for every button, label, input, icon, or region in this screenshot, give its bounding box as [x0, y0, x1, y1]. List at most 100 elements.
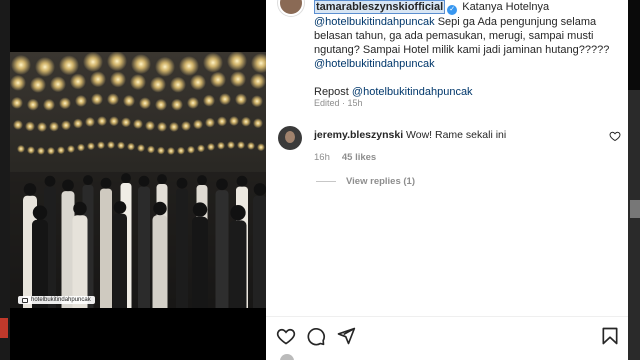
person-head — [216, 178, 228, 191]
string-light — [97, 141, 105, 150]
string-light — [237, 141, 245, 150]
person-head — [230, 205, 246, 221]
person-head — [113, 201, 127, 214]
post-video[interactable]: hotelbukitindahpuncak — [10, 52, 266, 308]
comment-like-heart-icon[interactable] — [609, 130, 621, 142]
person-head — [32, 205, 48, 220]
string-light — [187, 145, 195, 154]
string-light — [27, 146, 35, 155]
red-background-block — [0, 318, 8, 338]
string-light — [43, 98, 55, 111]
string-light — [13, 119, 23, 130]
string-light — [171, 98, 183, 111]
string-light — [230, 71, 246, 88]
string-light — [75, 94, 87, 107]
string-light — [145, 120, 155, 131]
string-light — [253, 118, 263, 129]
video-source-tag: hotelbukitindahpuncak — [18, 296, 95, 304]
string-light — [87, 142, 95, 151]
string-light — [137, 144, 145, 153]
commenter-avatar[interactable] — [278, 126, 302, 150]
liker-avatar — [280, 354, 294, 360]
string-light — [70, 73, 86, 90]
string-light — [117, 141, 125, 150]
string-light — [17, 144, 25, 153]
person-head — [83, 175, 93, 186]
person-head — [121, 173, 131, 184]
author-avatar[interactable] — [278, 0, 304, 16]
actions-divider — [266, 316, 628, 317]
edited-timestamp: Edited · 15h — [314, 98, 363, 108]
person-head — [153, 201, 167, 216]
string-light — [227, 141, 235, 150]
string-light — [30, 76, 46, 93]
string-light — [219, 93, 231, 106]
repost-line: Repost @hotelbukitindahpuncak — [314, 86, 473, 98]
bookmark-icon[interactable] — [600, 326, 620, 346]
string-light — [133, 119, 143, 130]
string-light — [210, 71, 226, 88]
string-light — [217, 116, 227, 127]
crowd-scene-image — [10, 52, 266, 308]
person-head — [23, 183, 37, 196]
person-body — [100, 188, 112, 308]
person-body — [229, 220, 247, 308]
string-light — [85, 116, 95, 127]
string-light — [177, 146, 185, 155]
string-light — [35, 56, 55, 77]
string-light — [77, 143, 85, 152]
string-light — [203, 94, 215, 107]
caption-mention-2[interactable]: @hotelbukitindahpuncak — [314, 58, 435, 70]
string-light — [203, 52, 223, 73]
comment-icon[interactable] — [306, 326, 326, 346]
comment-meta: 16h 45 likes — [314, 152, 376, 163]
caption-text: tamarableszynskiofficial ✓ Katanya Hoteln… — [314, 0, 614, 99]
person-head — [236, 175, 248, 187]
post-actions-bar — [266, 324, 628, 348]
string-light — [107, 52, 127, 72]
person-body — [113, 213, 127, 308]
string-light — [179, 55, 199, 76]
author-username[interactable]: tamarableszynskiofficial — [314, 0, 446, 14]
string-light — [247, 141, 255, 150]
string-light — [155, 56, 175, 77]
string-light — [150, 76, 166, 93]
string-light — [37, 146, 45, 155]
person-head — [157, 174, 167, 185]
person-head — [138, 175, 150, 187]
string-light — [193, 119, 203, 130]
comment-item: jeremy.bleszynski Wow! Rame sekali ini 1… — [266, 124, 628, 164]
string-light — [235, 93, 247, 106]
string-light — [257, 143, 265, 152]
string-light — [229, 116, 239, 127]
string-light — [147, 145, 155, 154]
string-light — [37, 121, 47, 132]
repost-mention[interactable]: @hotelbukitindahpuncak — [352, 86, 473, 98]
camera-icon — [22, 297, 28, 303]
string-light — [157, 146, 165, 155]
commenter-username[interactable]: jeremy.bleszynski — [314, 129, 403, 141]
string-light — [10, 74, 26, 91]
string-light — [73, 118, 83, 129]
person-body — [176, 188, 188, 308]
heart-icon[interactable] — [276, 326, 296, 346]
person-body — [253, 195, 266, 308]
string-light — [205, 117, 215, 128]
string-light — [59, 55, 79, 76]
string-light — [11, 54, 31, 75]
send-icon[interactable] — [336, 326, 356, 346]
person-body — [152, 215, 168, 308]
string-light — [109, 116, 119, 127]
view-replies-button[interactable]: View replies (1) — [316, 176, 415, 187]
comment-likes[interactable]: 45 likes — [342, 152, 376, 163]
caption-mention[interactable]: @hotelbukitindahpuncak — [314, 16, 435, 28]
string-light — [127, 142, 135, 151]
person-body — [215, 190, 229, 308]
string-light — [241, 116, 251, 127]
person-head — [197, 175, 207, 186]
comment-time: 16h — [314, 152, 330, 163]
string-light — [59, 97, 71, 110]
string-light — [91, 93, 103, 106]
comment-text: jeremy.bleszynski Wow! Rame sekali ini — [314, 129, 507, 141]
string-light — [207, 142, 215, 151]
